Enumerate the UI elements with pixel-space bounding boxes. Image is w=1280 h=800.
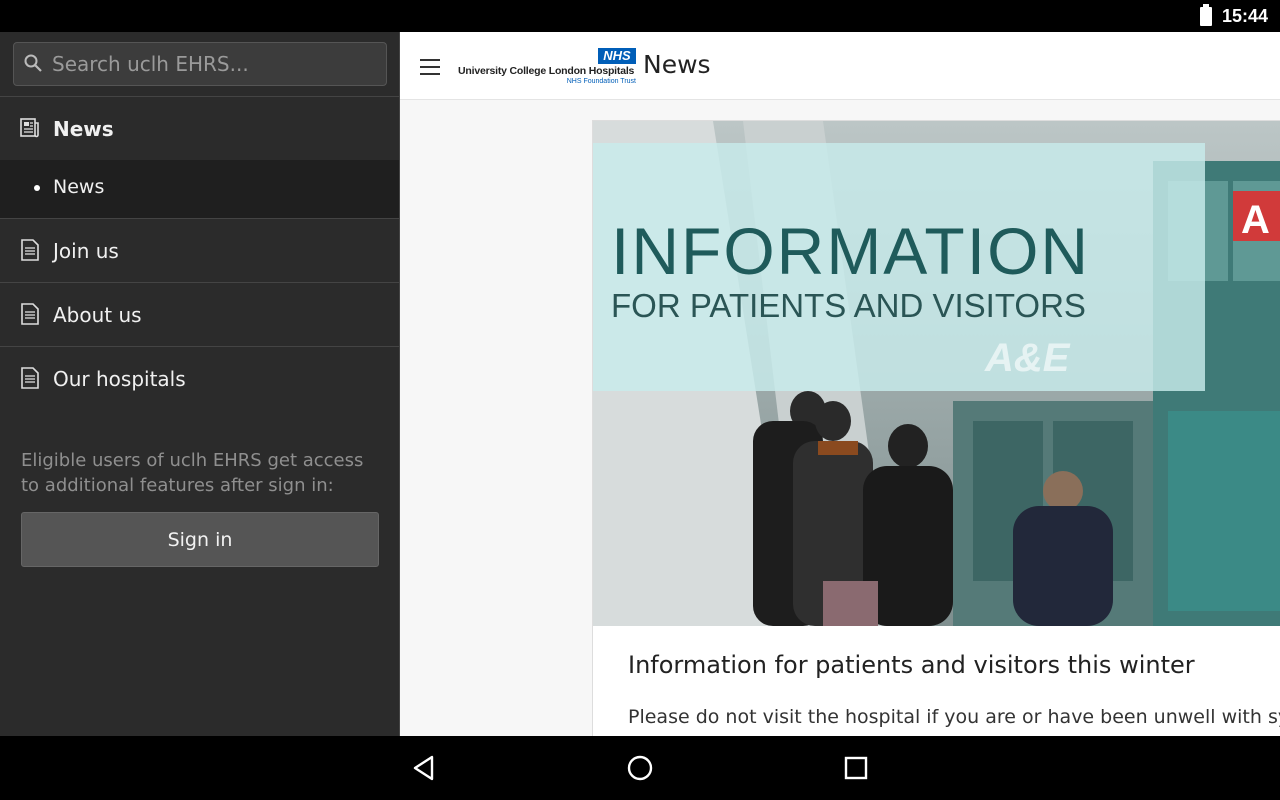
navigation-drawer: News News Join us About us (0, 32, 400, 736)
document-icon (21, 239, 39, 261)
home-icon[interactable] (626, 754, 654, 782)
search-icon (24, 54, 42, 72)
app-bar: NHS University College London Hospitals … (400, 32, 1280, 100)
news-icon (20, 118, 39, 138)
menu-icon[interactable] (420, 59, 440, 75)
foundation-trust-label: NHS Foundation Trust (566, 78, 636, 85)
drawer-item-label: Our hospitals (53, 366, 186, 391)
search-box[interactable] (13, 42, 387, 86)
drawer-item-news-section[interactable]: News (0, 96, 399, 160)
trust-name: University College London Hospitals (458, 65, 635, 77)
drawer-item-label: Join us (53, 238, 119, 263)
drawer-subitem-label: News (53, 176, 105, 198)
nhs-logo: NHS (598, 48, 636, 64)
system-navigation-bar (0, 736, 1280, 800)
document-icon (21, 303, 39, 325)
sign-in-button[interactable]: Sign in (21, 512, 379, 567)
svg-text:A: A (1241, 198, 1270, 242)
back-icon[interactable] (410, 754, 438, 782)
drawer-item-about-us[interactable]: About us (0, 282, 399, 346)
news-article-card[interactable]: A INFORMATION FOR PATIENTS AND VISITORS … (592, 120, 1280, 736)
article-hero-image: A INFORMATION FOR PATIENTS AND VISITORS … (593, 121, 1280, 626)
uclh-logo: NHS University College London Hospitals … (458, 48, 636, 88)
search-input[interactable] (52, 49, 372, 79)
status-clock: 15:44 (1222, 6, 1269, 26)
drawer-item-label: About us (53, 302, 142, 327)
article-title: Information for patients and visitors th… (628, 651, 1195, 679)
drawer-item-our-hospitals[interactable]: Our hospitals (0, 346, 399, 410)
article-excerpt: Please do not visit the hospital if you … (628, 706, 1280, 728)
drawer-item-label: News (53, 116, 114, 141)
document-icon (21, 367, 39, 389)
battery-icon (1200, 4, 1212, 26)
main-content: NHS University College London Hospitals … (400, 32, 1280, 736)
bullet-icon (34, 185, 40, 191)
drawer-nav-list: News News Join us About us Our hospitals (0, 96, 399, 410)
drawer-item-join-us[interactable]: Join us (0, 218, 399, 282)
page-title: News (643, 50, 711, 79)
hero-subline: FOR PATIENTS AND VISITORS (611, 287, 1086, 324)
hero-headline: INFORMATION (611, 214, 1090, 288)
hero-sign: A&E (984, 336, 1071, 380)
drawer-subitem-news[interactable]: News (0, 160, 399, 218)
status-bar: 15:44 (0, 0, 1280, 32)
recents-icon[interactable] (842, 754, 870, 782)
sign-in-note: Eligible users of uclh EHRS get access t… (21, 450, 364, 496)
